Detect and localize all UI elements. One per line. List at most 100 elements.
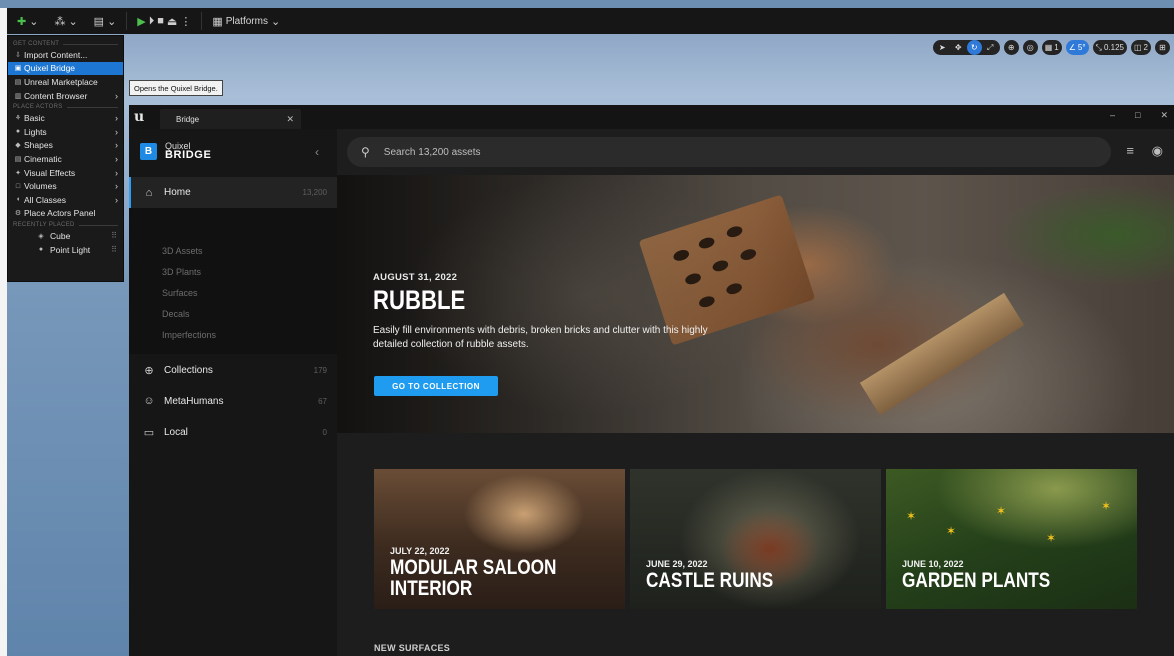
stop-icon[interactable]: ■ xyxy=(157,15,164,27)
hero-image-plank xyxy=(859,292,1025,416)
menu-item-visual-effects[interactable]: ✦ Visual Effects › xyxy=(8,166,123,180)
scale-value: 0.125 xyxy=(1103,43,1124,52)
select-icon[interactable]: ➤ xyxy=(935,40,950,55)
menu-item-point-light[interactable]: ● Point Light ⠿ xyxy=(8,243,123,257)
platforms-button[interactable]: ▦ Platforms ⌄ xyxy=(206,10,286,32)
blueprint-button[interactable]: ⁂ ⌄ xyxy=(48,10,83,32)
flower-decoration: ✶ xyxy=(1046,531,1057,545)
add-content-menu: GET CONTENT ⇩ Import Content... ▣ Quixel… xyxy=(7,35,124,282)
add-content-button[interactable]: ✚ ⌄ xyxy=(11,10,44,32)
menu-item-place-actors-panel[interactable]: ⚙ Place Actors Panel xyxy=(8,207,123,221)
step-icon[interactable]: ⏵ xyxy=(149,15,155,28)
play-icon[interactable]: ▶ xyxy=(137,15,145,28)
translate-icon[interactable]: ✥ xyxy=(951,40,966,55)
cinematics-button[interactable]: ▤ ⌄ xyxy=(88,10,123,32)
chevron-down-icon: ⌄ xyxy=(29,15,39,28)
collections-count: 179 xyxy=(313,365,327,375)
menu-item-shapes[interactable]: ◆ Shapes › xyxy=(8,139,123,153)
bridge-window: u Bridge ✕ – □ ✕ B Quixel BRIDGE ‹ ⌂ Hom… xyxy=(129,105,1174,656)
basic-shapes-icon: ⚘ xyxy=(14,115,22,123)
menu-item-quixel-bridge[interactable]: ▣ Quixel Bridge xyxy=(8,61,123,76)
card-title: MODULAR SALOON INTERIOR xyxy=(390,557,556,599)
menu-item-label: Point Light xyxy=(50,244,91,255)
card-title-line: INTERIOR xyxy=(390,577,473,600)
menu-item-label: Place Actors Panel xyxy=(24,208,96,219)
menu-item-import-content[interactable]: ⇩ Import Content... xyxy=(8,48,123,62)
menu-item-label: Cube xyxy=(50,230,71,241)
drag-handle-icon[interactable]: ⠿ xyxy=(111,245,117,254)
menu-item-lights[interactable]: ● Lights › xyxy=(8,125,123,139)
tab-bridge[interactable]: Bridge ✕ xyxy=(160,109,301,129)
menu-item-cinematic[interactable]: ▤ Cinematic › xyxy=(8,152,123,166)
hero-title: RUBBLE xyxy=(373,285,466,315)
collection-card[interactable]: JULY 22, 2022 MODULAR SALOON INTERIOR xyxy=(374,469,625,609)
surface-snap-icon[interactable]: ◎ xyxy=(1022,40,1038,55)
sidebar-item-collections[interactable]: ⊕ Collections 179 xyxy=(129,358,337,382)
chevron-down-icon: ⌄ xyxy=(270,15,281,28)
card-date: JUNE 10, 2022 xyxy=(902,559,964,569)
globe-icon: ⊕ xyxy=(144,364,154,377)
chevron-right-icon: › xyxy=(115,153,118,164)
sidebar-item-home[interactable]: ⌂ Home 13,200 xyxy=(129,177,337,208)
eject-icon[interactable]: ⏏ xyxy=(167,15,177,28)
menu-item-unreal-marketplace[interactable]: ▤ Unreal Marketplace xyxy=(8,75,123,89)
menu-item-label: Volumes xyxy=(24,181,57,192)
bridge-titlebar: u Bridge ✕ – □ ✕ xyxy=(129,105,1174,129)
scale-snap-button[interactable]: ⤡ 0.125 xyxy=(1092,40,1127,55)
grid-snap-button[interactable]: ▦ 1 xyxy=(1041,40,1062,55)
sidebar-item-surfaces[interactable]: Surfaces xyxy=(162,288,198,298)
cube-icon: ◈ xyxy=(38,232,44,240)
scale-icon[interactable]: ⤢ xyxy=(983,40,998,55)
angle-snap-button[interactable]: ∠ 5° xyxy=(1065,40,1089,55)
content-browser-icon: ▥ xyxy=(14,92,22,100)
shapes-icon: ◆ xyxy=(15,142,21,150)
more-options-icon[interactable]: ⋮ xyxy=(180,15,191,28)
card-date: JULY 22, 2022 xyxy=(390,546,450,556)
search-bar[interactable]: ⚲ xyxy=(347,137,1111,167)
menu-item-volumes[interactable]: □ Volumes › xyxy=(8,179,123,193)
rotate-icon[interactable]: ↻ xyxy=(966,40,982,55)
filter-icon[interactable]: ≡ xyxy=(1126,143,1134,158)
menu-section-header: GET CONTENT xyxy=(8,39,123,48)
card-title: GARDEN PLANTS xyxy=(902,569,1051,592)
viewport-toolbar: ➤ ✥ ↻ ⤢ ⊕ ◎ ▦ 1 ∠ 5° ⤡ 0.125 ◫ 2 ⊞ xyxy=(932,40,1170,55)
maximize-viewport-icon[interactable]: ⊞ xyxy=(1155,40,1170,55)
add-content-icon: ✚ xyxy=(17,15,27,28)
menu-item-basic[interactable]: ⚘ Basic › xyxy=(8,111,123,125)
search-input[interactable] xyxy=(383,146,984,158)
close-window-icon[interactable]: ✕ xyxy=(1160,110,1168,121)
collection-card[interactable]: ✶ ✶ ✶ ✶ ✶ JUNE 10, 2022 GARDEN PLANTS xyxy=(886,469,1137,609)
collapse-sidebar-icon[interactable]: ‹ xyxy=(315,145,319,159)
menu-item-all-classes[interactable]: ◖ All Classes › xyxy=(8,193,123,207)
close-icon[interactable]: ✕ xyxy=(286,114,294,125)
drag-handle-icon[interactable]: ⠿ xyxy=(111,231,117,240)
menu-item-label: All Classes xyxy=(24,194,67,205)
classes-icon: ◖ xyxy=(15,196,21,204)
world-space-icon[interactable]: ⊕ xyxy=(1003,40,1019,55)
sidebar-item-local[interactable]: ▭ Local 0 xyxy=(129,420,337,444)
clapperboard-icon: ▤ xyxy=(14,155,22,163)
menu-item-cube[interactable]: ◈ Cube ⠿ xyxy=(8,229,123,243)
menu-item-content-browser[interactable]: ▥ Content Browser › xyxy=(8,89,123,103)
sidebar-item-3d-assets[interactable]: 3D Assets xyxy=(162,246,203,256)
home-icon: ⌂ xyxy=(145,186,153,199)
sidebar-item-metahumans[interactable]: ☺ MetaHumans 67 xyxy=(129,389,337,413)
sidebar-item-decals[interactable]: Decals xyxy=(162,309,190,319)
card-date: JUNE 29, 2022 xyxy=(646,559,708,569)
minimize-icon[interactable]: – xyxy=(1110,110,1115,121)
sidebar-item-3d-plants[interactable]: 3D Plants xyxy=(162,267,201,277)
camera-speed-button[interactable]: ◫ 2 xyxy=(1130,40,1151,55)
window-edge xyxy=(0,8,7,656)
collection-card[interactable]: JUNE 29, 2022 CASTLE RUINS xyxy=(630,469,881,609)
go-to-collection-button[interactable]: GO TO COLLECTION xyxy=(374,376,498,396)
tab-label: Bridge xyxy=(176,114,200,124)
brand-line2: BRIDGE xyxy=(165,149,212,161)
maximize-icon[interactable]: □ xyxy=(1135,110,1140,121)
sidebar-item-imperfections[interactable]: Imperfections xyxy=(162,330,216,340)
quixel-bridge-logo: B Quixel BRIDGE xyxy=(140,142,212,161)
account-icon[interactable]: ◉ xyxy=(1152,143,1163,159)
home-count: 13,200 xyxy=(302,188,327,197)
chevron-right-icon: › xyxy=(115,126,118,137)
marketplace-icon: ▤ xyxy=(14,78,22,86)
featured-collection-banner[interactable]: AUGUST 31, 2022 RUBBLE Easily fill envir… xyxy=(337,175,1174,433)
